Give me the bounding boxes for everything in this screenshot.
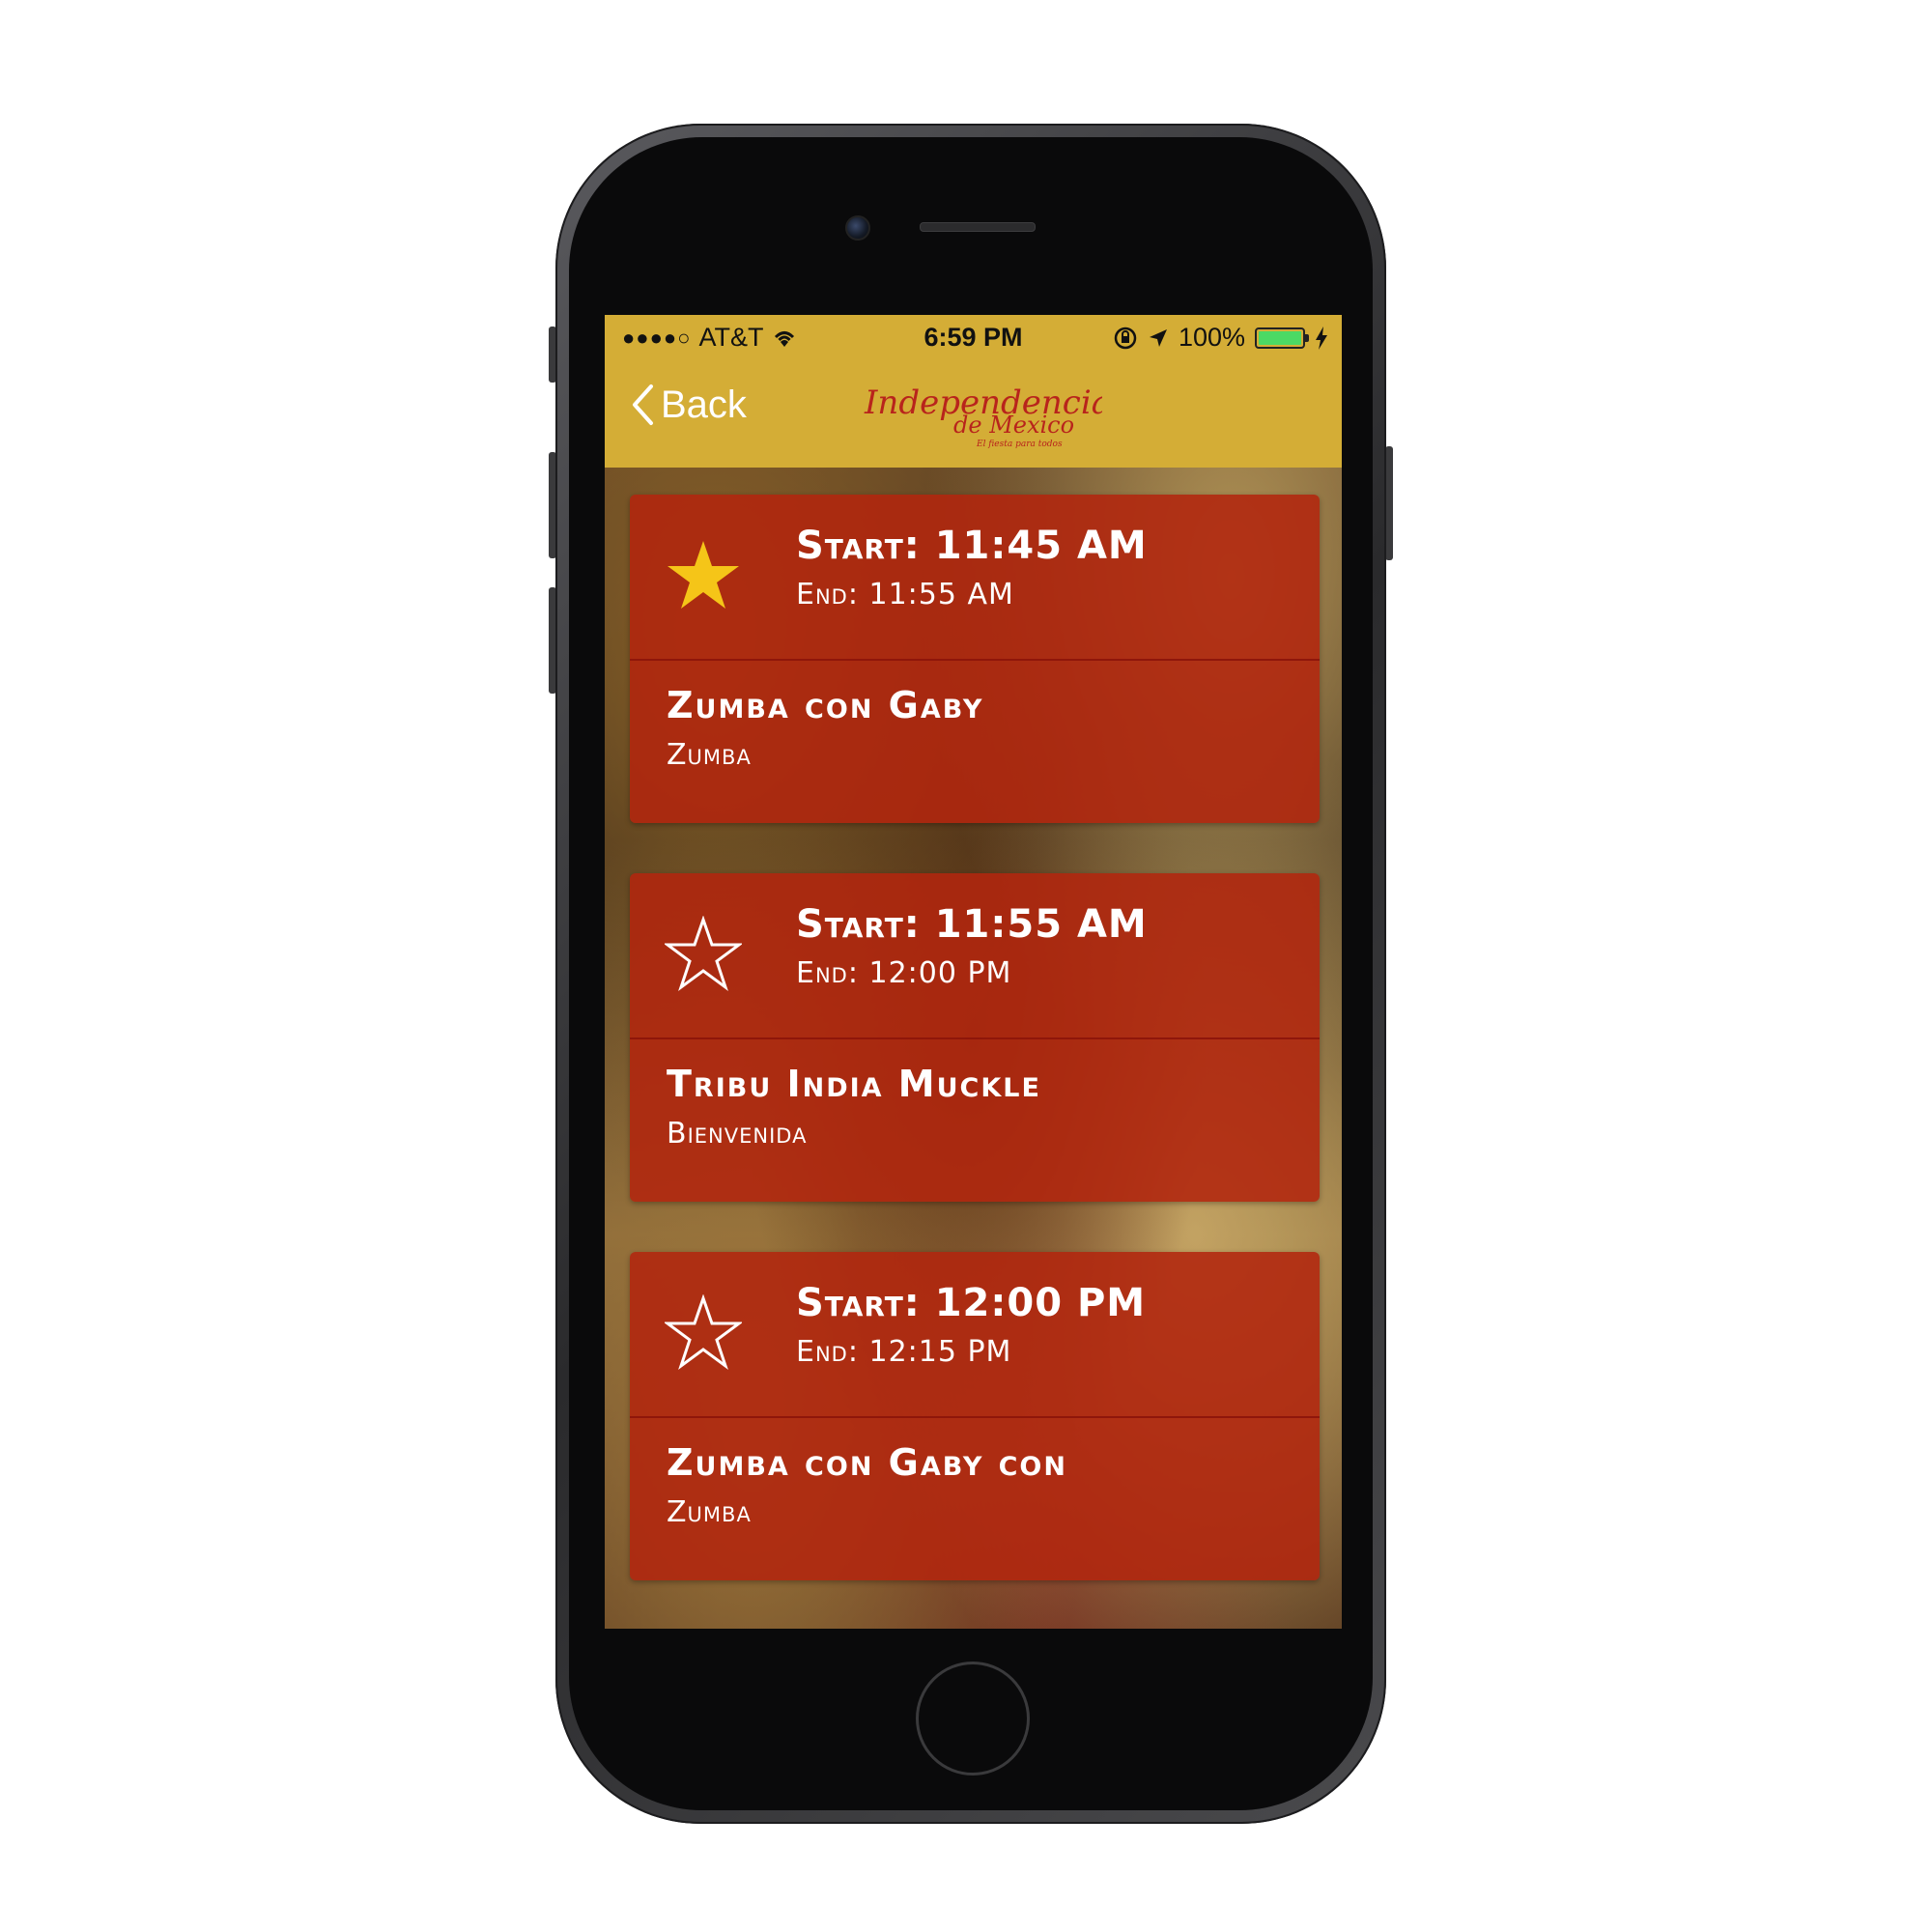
- event-card[interactable]: Start: 12:00 PM End: 12:15 PM Zumba con …: [630, 1252, 1320, 1580]
- home-button[interactable]: [916, 1662, 1030, 1776]
- event-category: Zumba: [667, 1495, 752, 1529]
- event-time-section: Start: 12:00 PM End: 12:15 PM: [630, 1252, 1320, 1416]
- power-button: [1385, 446, 1393, 560]
- star-outline-icon[interactable]: [665, 1294, 742, 1372]
- app-screen: ●●●●○ AT&T 6:59 PM 100% Back Independenc…: [605, 315, 1342, 1629]
- event-time-section: Start: 11:55 AM End: 12:00 PM: [630, 873, 1320, 1037]
- event-category: Bienvenida: [667, 1117, 808, 1151]
- star-filled-icon[interactable]: [665, 537, 742, 614]
- event-title: Zumba con Gaby: [667, 684, 984, 726]
- status-bar: ●●●●○ AT&T 6:59 PM 100%: [605, 315, 1342, 359]
- battery-nub: [1305, 333, 1309, 342]
- battery-icon: [1255, 327, 1309, 349]
- charging-bolt-icon: [1316, 326, 1327, 350]
- event-start-time: Start: 11:45 AM: [796, 524, 1148, 568]
- battery-fill: [1259, 330, 1301, 345]
- event-title: Tribu India Muckle: [667, 1063, 1041, 1105]
- chevron-left-icon: [633, 384, 653, 425]
- card-divider: [630, 1416, 1320, 1418]
- location-arrow-icon: [1149, 328, 1167, 347]
- event-card[interactable]: Start: 11:55 AM End: 12:00 PM Tribu Indi…: [630, 873, 1320, 1202]
- star-outline-icon[interactable]: [665, 916, 742, 993]
- battery-percent: 100%: [1178, 323, 1245, 352]
- event-start-time: Start: 12:00 PM: [796, 1281, 1147, 1325]
- navigation-bar: Back Independencia de Mexico El fiesta p…: [605, 359, 1342, 468]
- event-end-time: End: 12:00 PM: [796, 956, 1012, 990]
- back-button[interactable]: Back: [630, 383, 747, 427]
- event-start-time: Start: 11:55 AM: [796, 902, 1148, 947]
- card-divider: [630, 1037, 1320, 1039]
- front-camera: [845, 215, 870, 241]
- event-card[interactable]: Start: 11:45 AM End: 11:55 AM Zumba con …: [630, 495, 1320, 823]
- back-button-label: Back: [661, 383, 747, 426]
- earpiece-speaker: [920, 222, 1036, 232]
- event-category: Zumba: [667, 738, 752, 772]
- logo-tagline: El fiesta para todos: [976, 440, 1063, 449]
- logo-line2: de Mexico: [953, 412, 1074, 439]
- event-end-time: End: 12:15 PM: [796, 1335, 1012, 1369]
- event-end-time: End: 11:55 AM: [796, 578, 1014, 611]
- card-divider: [630, 659, 1320, 661]
- rotation-lock-icon: [1114, 327, 1137, 349]
- status-right: 100%: [1113, 323, 1328, 353]
- app-logo: Independencia de Mexico El fiesta para t…: [864, 384, 1102, 449]
- event-title: Zumba con Gaby con: [667, 1441, 1067, 1484]
- event-time-section: Start: 11:45 AM End: 11:55 AM: [630, 495, 1320, 659]
